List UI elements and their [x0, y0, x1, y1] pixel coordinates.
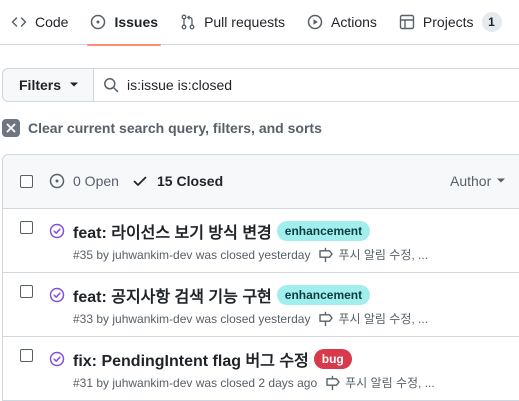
issue-row: feat: 공지사항 검색 기능 구현 enhancement #33 by j… — [3, 273, 519, 337]
issue-meta: #33 by juhwankim-dev was closed yesterda… — [73, 310, 428, 327]
table-icon — [399, 14, 415, 30]
filter-bar: Filters — [2, 68, 519, 102]
issue-row: feat: 라이선스 보기 방식 변경 enhancement #35 by j… — [3, 209, 519, 273]
issue-checkbox[interactable] — [20, 285, 33, 298]
issue-meta: #31 by juhwankim-dev was closed 2 days a… — [73, 374, 435, 391]
milestone-icon — [319, 311, 334, 326]
author-filter-dropdown[interactable]: Author — [450, 173, 506, 189]
issue-title-row: feat: 라이선스 보기 방식 변경 enhancement — [73, 219, 371, 243]
search-icon — [104, 78, 119, 93]
tab-projects[interactable]: Projects 1 — [388, 0, 513, 45]
author-filter-label: Author — [450, 173, 492, 189]
tab-projects-label: Projects — [422, 14, 474, 30]
tab-pull-requests-label: Pull requests — [204, 14, 285, 30]
milestone-label: 푸시 알림 수정, ... — [345, 376, 435, 390]
milestone-icon — [319, 247, 334, 262]
issue-title-row: feat: 공지사항 검색 기능 구현 enhancement — [73, 283, 371, 307]
tab-issues-label: Issues — [114, 14, 159, 30]
closed-issues-toggle[interactable]: 15 Closed — [132, 173, 223, 189]
issues-list: 0 Open 15 Closed Author feat: 라이선스 보기 방식… — [2, 154, 519, 401]
issue-meta-text: #35 by juhwankim-dev was closed yesterda… — [73, 247, 311, 262]
issue-checkbox[interactable] — [20, 221, 33, 234]
issue-meta: #35 by juhwankim-dev was closed yesterda… — [73, 246, 428, 263]
issue-title-row: fix: PendingIntent flag 버그 수정 bug — [73, 347, 352, 371]
select-all-checkbox[interactable] — [20, 175, 33, 188]
x-icon — [2, 119, 20, 137]
git-pull-request-icon — [181, 14, 195, 30]
triangle-down-icon — [497, 178, 506, 183]
issue-label[interactable]: enhancement — [276, 285, 371, 305]
milestone-icon — [326, 375, 340, 390]
issue-title-link[interactable]: feat: 라이선스 보기 방식 변경 — [73, 219, 272, 243]
tab-actions-label: Actions — [331, 14, 377, 30]
open-issues-toggle[interactable]: 0 Open — [49, 173, 119, 189]
repo-nav: Code Issues Pull requests Actions Projec… — [0, 0, 519, 46]
milestone-link[interactable]: 푸시 알림 수정, ... — [318, 310, 428, 327]
issue-title-link[interactable]: fix: PendingIntent flag 버그 수정 — [73, 347, 309, 371]
clear-query-label: Clear current search query, filters, and… — [28, 120, 322, 136]
issue-meta-text: #33 by juhwankim-dev was closed yesterda… — [73, 311, 311, 326]
check-icon — [133, 176, 147, 186]
filters-button[interactable]: Filters — [2, 68, 95, 102]
tab-actions[interactable]: Actions — [296, 0, 388, 45]
search-box — [94, 68, 519, 102]
open-count-label: 0 Open — [73, 173, 119, 189]
issue-title-link[interactable]: feat: 공지사항 검색 기능 구현 — [73, 283, 272, 307]
tab-code-label: Code — [35, 14, 69, 30]
milestone-link[interactable]: 푸시 알림 수정, ... — [325, 374, 435, 391]
issue-label[interactable]: enhancement — [276, 221, 371, 241]
issue-meta-text: #31 by juhwankim-dev was closed 2 days a… — [73, 375, 318, 390]
issues-list-header: 0 Open 15 Closed Author — [3, 155, 519, 209]
projects-counter: 1 — [481, 12, 502, 32]
issue-label[interactable]: bug — [313, 349, 352, 369]
issue-closed-icon — [49, 287, 65, 303]
tab-pull-requests[interactable]: Pull requests — [169, 0, 296, 45]
triangle-down-icon — [70, 82, 79, 87]
issue-row: fix: PendingIntent flag 버그 수정 bug #31 by… — [3, 337, 519, 401]
issue-closed-icon — [49, 223, 65, 239]
clear-query-link[interactable]: Clear current search query, filters, and… — [2, 118, 322, 138]
closed-count-label: 15 Closed — [157, 173, 224, 189]
issue-closed-icon — [49, 351, 65, 367]
tab-code[interactable]: Code — [0, 0, 79, 45]
filters-label: Filters — [19, 77, 62, 93]
milestone-label: 푸시 알림 수정, ... — [338, 248, 429, 262]
issue-opened-icon — [49, 173, 65, 189]
milestone-label: 푸시 알림 수정, ... — [338, 312, 429, 326]
milestone-link[interactable]: 푸시 알림 수정, ... — [318, 246, 428, 263]
issue-checkbox[interactable] — [20, 349, 33, 362]
play-icon — [307, 14, 323, 30]
tab-issues[interactable]: Issues — [79, 0, 169, 46]
code-icon — [11, 17, 27, 27]
issue-opened-icon — [91, 14, 106, 30]
search-input[interactable] — [127, 77, 508, 93]
